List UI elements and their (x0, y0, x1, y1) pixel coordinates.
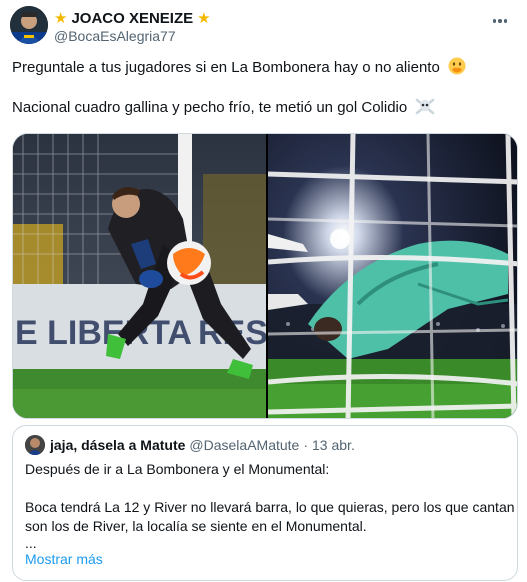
more-options-dot (492, 19, 497, 23)
star-icon: ★ (54, 9, 68, 27)
quoted-text-line-1: Después de ir a La Bombonera y el Monume… (25, 461, 330, 477)
profile-avatar-icon (10, 6, 48, 44)
more-options-button[interactable] (487, 10, 513, 32)
author-handle[interactable]: @BocaEsAlegria77 (54, 28, 176, 44)
star-icon: ★ (197, 9, 211, 27)
quoted-text-line-2: Boca tendrá La 12 y River no llevará bar… (25, 499, 515, 515)
quoted-tweet-header: jaja, dásela a Matute @DaselaAMatute · 1… (25, 435, 355, 455)
author-avatar[interactable] (10, 6, 48, 44)
author-name-row[interactable]: ★ JOACO XENEIZE ★ (54, 9, 211, 27)
more-options-dot (498, 19, 502, 23)
show-more-link[interactable]: Mostrar más (25, 551, 103, 567)
separator-dot: · (303, 437, 309, 453)
tweet-text-line-1: Preguntale a tus jugadores si en La Bomb… (12, 59, 440, 76)
tweet-media: E LIBERTA RES (12, 133, 518, 419)
face-with-hand-over-mouth-icon (448, 57, 466, 81)
quoted-author-avatar[interactable] (25, 435, 45, 455)
quoted-author-handle[interactable]: @DaselaAMatute (189, 437, 299, 453)
profile-avatar-icon (25, 435, 45, 455)
tweet-header: ★ JOACO XENEIZE ★ @BocaEsAlegria77 (10, 6, 517, 46)
quoted-tweet-date[interactable]: 13 abr. (312, 437, 355, 453)
tweet-text-line: Nacional cuadro gallina y pecho frío, te… (12, 97, 435, 121)
quoted-author-name[interactable]: jaja, dásela a Matute (50, 437, 185, 453)
quoted-tweet[interactable]: jaja, dásela a Matute @DaselaAMatute · 1… (12, 425, 518, 581)
tweet-text-line-2: Nacional cuadro gallina y pecho frío, te… (12, 99, 408, 116)
goalkeeper-diving-save-photo[interactable]: E LIBERTA RES (13, 134, 266, 418)
svg-text:E LIBERTA: E LIBERTA (15, 314, 192, 352)
author-display-name[interactable]: JOACO XENEIZE (71, 10, 193, 27)
tweet-text-line: Preguntale a tus jugadores si en La Bomb… (12, 57, 466, 81)
goalkeeper-behind-net-photo[interactable] (268, 134, 517, 418)
skull-and-crossbones-icon (415, 97, 435, 121)
tweet-card: ★ JOACO XENEIZE ★ @BocaEsAlegria77 Pregu… (0, 0, 527, 582)
more-options-dot (503, 19, 508, 23)
